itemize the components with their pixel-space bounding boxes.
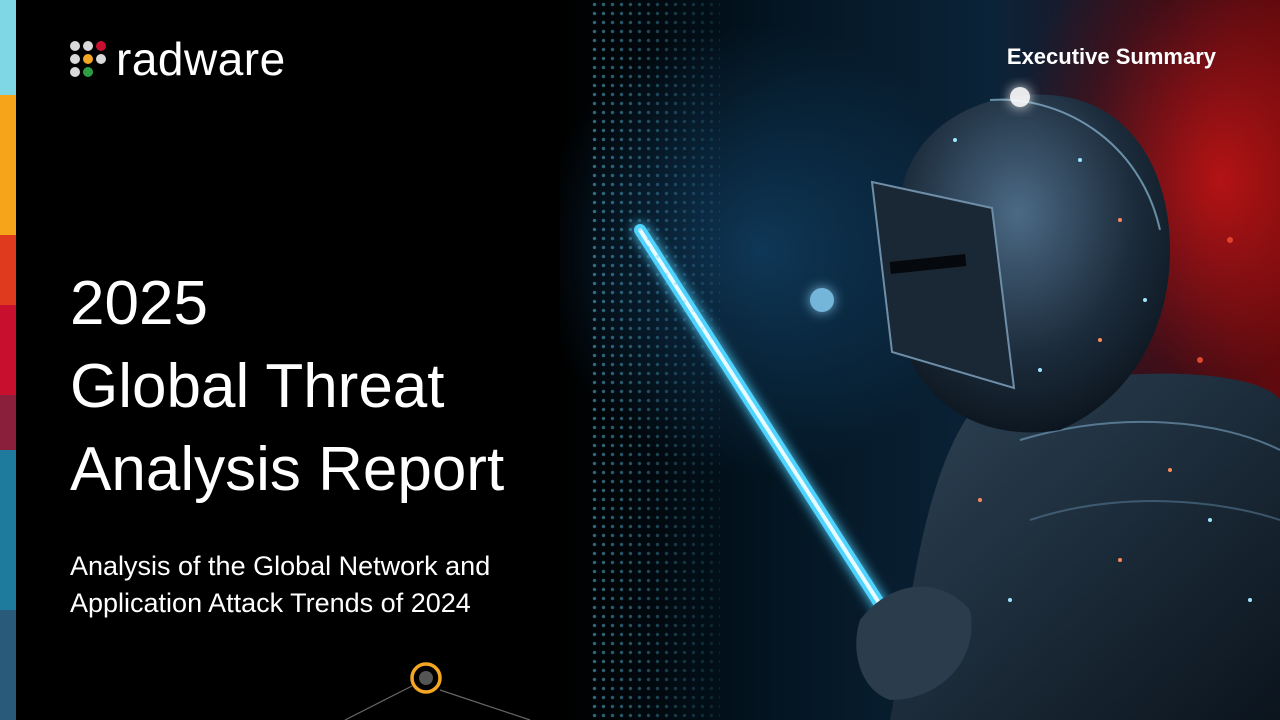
subtitle-line-1: Analysis of the Global Network and — [70, 551, 491, 581]
logo-dots-icon — [70, 41, 106, 77]
logo-dot — [96, 54, 106, 64]
brand-name: radware — [116, 33, 286, 85]
logo-dot — [70, 54, 80, 64]
section-label: Executive Summary — [1006, 44, 1216, 69]
logo-dot — [70, 67, 80, 77]
title-line-2: Global Threat — [70, 352, 445, 421]
logo-dot — [83, 41, 93, 51]
logo-dot — [83, 54, 93, 64]
title-line-3: Analysis Report — [70, 435, 505, 504]
subtitle-line-2: Application Attack Trends of 2024 — [70, 588, 471, 618]
report-title: 2025 Global Threat Analysis Report — [70, 262, 504, 511]
node-decoration — [344, 662, 531, 720]
knight-hero-image — [560, 0, 1280, 720]
title-line-year: 2025 — [70, 269, 208, 338]
logo-dot — [70, 41, 80, 51]
radware-logo: radware — [70, 36, 286, 82]
report-subtitle: Analysis of the Global Network and Appli… — [70, 548, 490, 622]
side-color-stripe — [0, 0, 16, 720]
logo-dot — [96, 67, 106, 77]
dot-matrix-pattern — [590, 0, 720, 720]
logo-dot — [83, 67, 93, 77]
logo-dot — [96, 41, 106, 51]
